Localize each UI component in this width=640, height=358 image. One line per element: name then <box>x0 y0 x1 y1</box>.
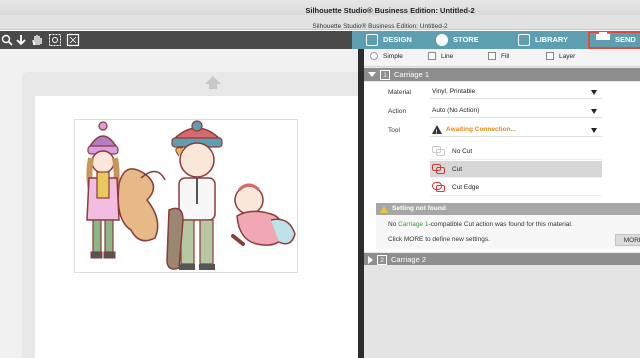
radio-icon <box>370 52 378 60</box>
design-artwork[interactable] <box>74 119 298 273</box>
cut-icon <box>432 163 446 175</box>
notice-line-1-post: -compatible Cut action was found for thi… <box>428 221 573 228</box>
bunny-figure <box>117 168 166 242</box>
notice-body: No Carriage 1-compatible Cut action was … <box>376 215 640 249</box>
send-panel: Simple Line Fill Layer 1 Carriage 1 Mate… <box>364 49 640 358</box>
notice-line-2: Click MORE to define new settings. <box>388 236 490 243</box>
cut-edge-icon <box>432 181 446 193</box>
material-value: Vinyl, Printable <box>432 87 476 95</box>
carriage-2-number: 2 <box>377 254 387 265</box>
no-cut-icon <box>432 145 446 157</box>
notice-title: Setting not found <box>392 205 446 212</box>
store-icon <box>436 34 448 46</box>
notice-line-1: No Carriage 1-compatible Cut action was … <box>388 221 573 228</box>
mode-simple-label: Simple <box>383 52 403 60</box>
mode-simple[interactable]: Simple <box>370 52 403 60</box>
pan-hand-icon[interactable] <box>30 33 44 47</box>
tab-send[interactable]: SEND <box>588 31 640 49</box>
page-up-arrow-stem <box>209 84 217 89</box>
mode-bar: Simple Line Fill Layer <box>364 49 640 67</box>
tab-store-label: STORE <box>453 35 479 44</box>
material-select[interactable]: Vinyl, Printable <box>430 84 602 99</box>
warning-triangle-icon <box>380 205 388 213</box>
panel-empty-area <box>364 265 640 358</box>
tool-option-no-cut-label: No Cut <box>452 147 473 155</box>
tab-library[interactable]: LIBRARY <box>518 31 568 49</box>
tab-store[interactable]: STORE <box>436 31 479 49</box>
tool-chevron-down-icon[interactable] <box>591 128 597 133</box>
carriage-1-label: Carriage 1 <box>394 70 430 79</box>
carriage-1-header[interactable]: 1 Carriage 1 <box>364 68 640 81</box>
more-button[interactable]: MORE <box>615 234 640 246</box>
material-chevron-down-icon[interactable] <box>591 90 597 95</box>
material-label: Material <box>388 89 412 96</box>
send-icon <box>596 31 610 49</box>
tool-select[interactable]: Awaiting Connection... <box>430 122 602 141</box>
action-value: Auto (No Action) <box>432 106 480 114</box>
boy-figure <box>166 120 223 270</box>
kids-illustration <box>86 120 296 270</box>
carriage-1-number: 1 <box>380 69 390 80</box>
tab-send-label: SEND <box>615 35 636 44</box>
layer-mode-icon <box>546 52 554 60</box>
library-icon <box>518 34 530 46</box>
main-nav: DESIGN STORE LIBRARY SEND <box>352 31 640 49</box>
notice-header: Setting not found <box>376 203 640 215</box>
carriage-link[interactable]: Carriage 1 <box>398 221 428 228</box>
select-image-icon[interactable] <box>48 33 62 47</box>
tool-option-cut-edge-label: Cut Edge <box>452 183 480 191</box>
tool-label: Tool <box>388 127 400 134</box>
line-mode-icon <box>428 52 436 60</box>
girl-figure <box>86 121 120 259</box>
mode-layer-label: Layer <box>559 52 576 60</box>
mode-line[interactable]: Line <box>428 52 453 60</box>
tab-design[interactable]: DESIGN <box>366 31 412 49</box>
collapse-icon <box>368 72 376 77</box>
tool-option-cut[interactable]: Cut <box>430 161 602 178</box>
baby-figure <box>231 183 296 246</box>
document-titlebar: Silhouette Studio® Business Edition: Unt… <box>0 15 640 30</box>
warning-icon <box>432 124 442 141</box>
mode-fill[interactable]: Fill <box>488 52 509 60</box>
move-down-icon[interactable] <box>14 33 28 47</box>
tool-option-no-cut[interactable]: No Cut <box>430 143 602 160</box>
mode-layer[interactable]: Layer <box>546 52 575 60</box>
window-titlebar: Silhouette Studio® Business Edition: Unt… <box>0 0 640 15</box>
expand-icon <box>368 255 373 264</box>
mode-line-label: Line <box>441 52 454 60</box>
action-chevron-down-icon[interactable] <box>591 109 597 114</box>
tool-option-cut-edge[interactable]: Cut Edge <box>430 179 602 196</box>
grid-icon <box>366 34 378 46</box>
mode-fill-label: Fill <box>501 52 510 60</box>
grid-select-icon[interactable] <box>66 33 80 47</box>
tab-design-label: DESIGN <box>383 35 412 44</box>
action-label: Action <box>388 108 407 115</box>
tool-value: Awaiting Connection... <box>446 125 516 133</box>
tab-library-label: LIBRARY <box>535 35 569 44</box>
setting-not-found-notice: Setting not found No Carriage 1-compatib… <box>376 203 640 249</box>
notice-line-1-pre: No <box>388 221 399 228</box>
app-window: Silhouette Studio® Business Edition: Unt… <box>0 0 640 358</box>
page-up-arrow-icon[interactable] <box>205 76 221 84</box>
zoom-in-icon[interactable] <box>0 33 14 47</box>
action-select[interactable]: Auto (No Action) <box>430 103 602 118</box>
fill-mode-icon <box>488 52 496 60</box>
tool-option-cut-label: Cut <box>452 165 463 173</box>
